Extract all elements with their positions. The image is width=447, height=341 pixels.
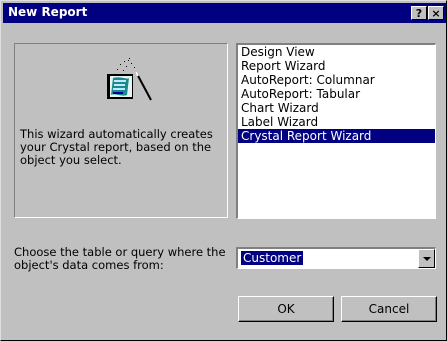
list-item[interactable]: Design View [238,45,435,59]
list-item[interactable]: AutoReport: Tabular [238,87,435,101]
cancel-button[interactable]: Cancel [341,296,437,322]
combo-dropdown-button[interactable] [418,249,435,268]
help-button[interactable]: ? [411,6,427,20]
dialog-title: New Report [8,5,88,19]
source-prompt: Choose the table or query where the obje… [14,245,226,272]
list-item[interactable]: Chart Wizard [238,101,435,115]
description-panel: This wizard automatically creates your C… [14,43,228,218]
list-item[interactable]: Report Wizard [238,59,435,73]
source-combobox[interactable]: Customer [236,247,436,269]
new-report-dialog: New Report ? × This wizard automatically… [0,0,447,341]
list-item[interactable]: Label Wizard [238,115,435,129]
list-item-selected[interactable]: Crystal Report Wizard [238,129,435,143]
source-combobox-value[interactable]: Customer [241,251,304,265]
wizard-description: This wizard automatically creates your C… [20,127,213,167]
title-bar[interactable]: New Report ? × [3,3,446,23]
chevron-down-icon [423,257,431,261]
report-type-list[interactable]: Design View Report Wizard AutoReport: Co… [236,43,436,219]
list-item[interactable]: AutoReport: Columnar [238,73,435,87]
close-button[interactable]: × [428,6,444,20]
ok-button[interactable]: OK [238,296,334,322]
crystal-report-wizard-icon [107,58,152,101]
